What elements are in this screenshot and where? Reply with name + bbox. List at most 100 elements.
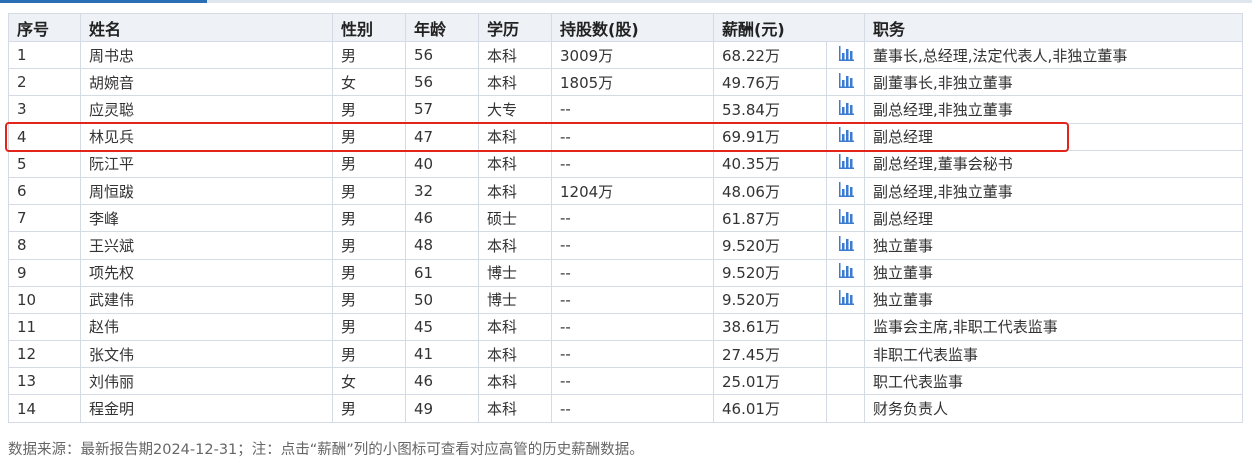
cell-position: 副总经理 — [864, 122, 1244, 151]
cell-seq: 9 — [8, 258, 81, 287]
salary-history-chart-icon[interactable] — [838, 290, 854, 309]
salary-history-chart-icon[interactable] — [838, 154, 854, 173]
cell-shares: -- — [551, 285, 714, 314]
cell-salary-icon — [825, 340, 866, 369]
cell-gender: 男 — [332, 122, 406, 151]
cell-gender: 男 — [332, 312, 406, 342]
table-row: 6 周恒跋男 32 本科 1204万 48.06万 副总经理,非独立董事 — [8, 176, 1244, 206]
salary-history-chart-icon[interactable] — [838, 99, 854, 119]
cell-position: 副总经理,非独立董事 — [864, 176, 1244, 206]
cell-salary: 27.45万 — [713, 340, 827, 369]
salary-history-chart-icon[interactable] — [838, 72, 854, 92]
header-age: 年龄 — [405, 13, 479, 42]
table-row: 3 应灵聪男 57 大专 -- 53.84万 副总经理,非独立董事 — [8, 95, 1244, 124]
cell-age: 56 — [405, 40, 479, 70]
cell-education: 大专 — [478, 95, 552, 124]
cell-gender: 男 — [332, 40, 406, 70]
cell-position: 副董事长,非独立董事 — [864, 68, 1244, 97]
cell-gender: 男 — [332, 204, 406, 233]
cell-salary: 49.76万 — [713, 68, 827, 97]
cell-education: 本科 — [478, 149, 552, 178]
cell-salary-icon — [825, 122, 866, 151]
cell-name: 胡婉音 — [80, 68, 333, 97]
cell-salary: 53.84万 — [713, 95, 827, 124]
cell-position: 副总经理,董事会秘书 — [864, 149, 1244, 178]
cell-salary: 9.520万 — [713, 285, 827, 314]
cell-position: 独立董事 — [864, 285, 1244, 314]
cell-name: 王兴斌 — [80, 231, 333, 260]
cell-education: 本科 — [478, 367, 552, 396]
cell-education: 博士 — [478, 285, 552, 314]
cell-gender: 男 — [332, 95, 406, 124]
header-seq: 序号 — [8, 13, 81, 42]
cell-seq: 7 — [8, 204, 81, 233]
cell-position: 职工代表监事 — [864, 367, 1244, 396]
cell-salary: 9.520万 — [713, 258, 827, 287]
cell-education: 本科 — [478, 176, 552, 206]
cell-seq: 14 — [8, 394, 81, 423]
cell-shares: -- — [551, 367, 714, 396]
cell-salary-icon — [825, 149, 866, 178]
top-accent-line — [0, 0, 1252, 3]
cell-name: 李峰 — [80, 204, 333, 233]
cell-gender: 男 — [332, 340, 406, 369]
salary-history-chart-icon[interactable] — [838, 45, 854, 65]
cell-salary-icon — [825, 68, 866, 97]
cell-name: 周书忠 — [80, 40, 333, 70]
cell-shares: -- — [551, 149, 714, 178]
cell-position: 副总经理,非独立董事 — [864, 95, 1244, 124]
cell-seq: 10 — [8, 285, 81, 314]
cell-salary: 61.87万 — [713, 204, 827, 233]
cell-position: 独立董事 — [864, 231, 1244, 260]
cell-salary-icon — [825, 258, 866, 287]
table-row: 10 武建伟男 50 博士 -- 9.520万 独立董事 — [8, 285, 1244, 314]
cell-name: 武建伟 — [80, 285, 333, 314]
cell-shares: -- — [551, 340, 714, 369]
cell-position: 副总经理 — [864, 204, 1244, 233]
cell-shares: 3009万 — [551, 40, 714, 70]
cell-seq: 4 — [8, 122, 81, 151]
cell-gender: 男 — [332, 285, 406, 314]
cell-seq: 3 — [8, 95, 81, 124]
cell-shares: -- — [551, 95, 714, 124]
table-row: 8 王兴斌男 48 本科 -- 9.520万 独立董事 — [8, 231, 1244, 260]
cell-salary-icon — [825, 312, 866, 342]
table-row: 4 林见兵男 47 本科 -- 69.91万 副总经理 — [8, 122, 1244, 151]
cell-salary: 68.22万 — [713, 40, 827, 70]
cell-education: 硕士 — [478, 204, 552, 233]
executive-table: 序号 姓名 性别 年龄 学历 持股数(股) 薪酬(元) 职务 1 周书忠男 56 本科… — [8, 13, 1244, 423]
cell-salary-icon — [825, 95, 866, 124]
cell-shares: -- — [551, 122, 714, 151]
table-row: 1 周书忠男 56 本科 3009万 68.22万 董事长,总经理,法定代表人,非独立董事 — [8, 40, 1244, 70]
salary-history-chart-icon[interactable] — [838, 263, 854, 282]
cell-age: 32 — [405, 176, 479, 206]
header-position: 职务 — [864, 13, 1244, 42]
cell-seq: 5 — [8, 149, 81, 178]
cell-salary: 48.06万 — [713, 176, 827, 206]
cell-seq: 6 — [8, 176, 81, 206]
cell-salary-icon — [825, 367, 866, 396]
header-shares: 持股数(股) — [551, 13, 714, 42]
cell-name: 应灵聪 — [80, 95, 333, 124]
cell-age: 46 — [405, 367, 479, 396]
cell-name: 程金明 — [80, 394, 333, 423]
salary-history-chart-icon[interactable] — [838, 127, 854, 146]
salary-history-chart-icon[interactable] — [838, 181, 854, 201]
cell-position: 非职工代表监事 — [864, 340, 1244, 369]
table-row: 13 刘伟丽女 46 本科 -- 25.01万 职工代表监事 — [8, 367, 1244, 396]
cell-age: 49 — [405, 394, 479, 423]
cell-age: 45 — [405, 312, 479, 342]
salary-history-chart-icon[interactable] — [838, 208, 854, 228]
cell-salary: 9.520万 — [713, 231, 827, 260]
cell-seq: 11 — [8, 312, 81, 342]
cell-gender: 女 — [332, 68, 406, 97]
cell-seq: 13 — [8, 367, 81, 396]
table-row: 9 项先权男 61 博士 -- 9.520万 独立董事 — [8, 258, 1244, 287]
cell-education: 本科 — [478, 394, 552, 423]
cell-name: 阮江平 — [80, 149, 333, 178]
cell-gender: 男 — [332, 231, 406, 260]
salary-history-chart-icon[interactable] — [838, 235, 854, 255]
cell-shares: -- — [551, 204, 714, 233]
header-gender: 性别 — [332, 13, 406, 42]
cell-age: 61 — [405, 258, 479, 287]
